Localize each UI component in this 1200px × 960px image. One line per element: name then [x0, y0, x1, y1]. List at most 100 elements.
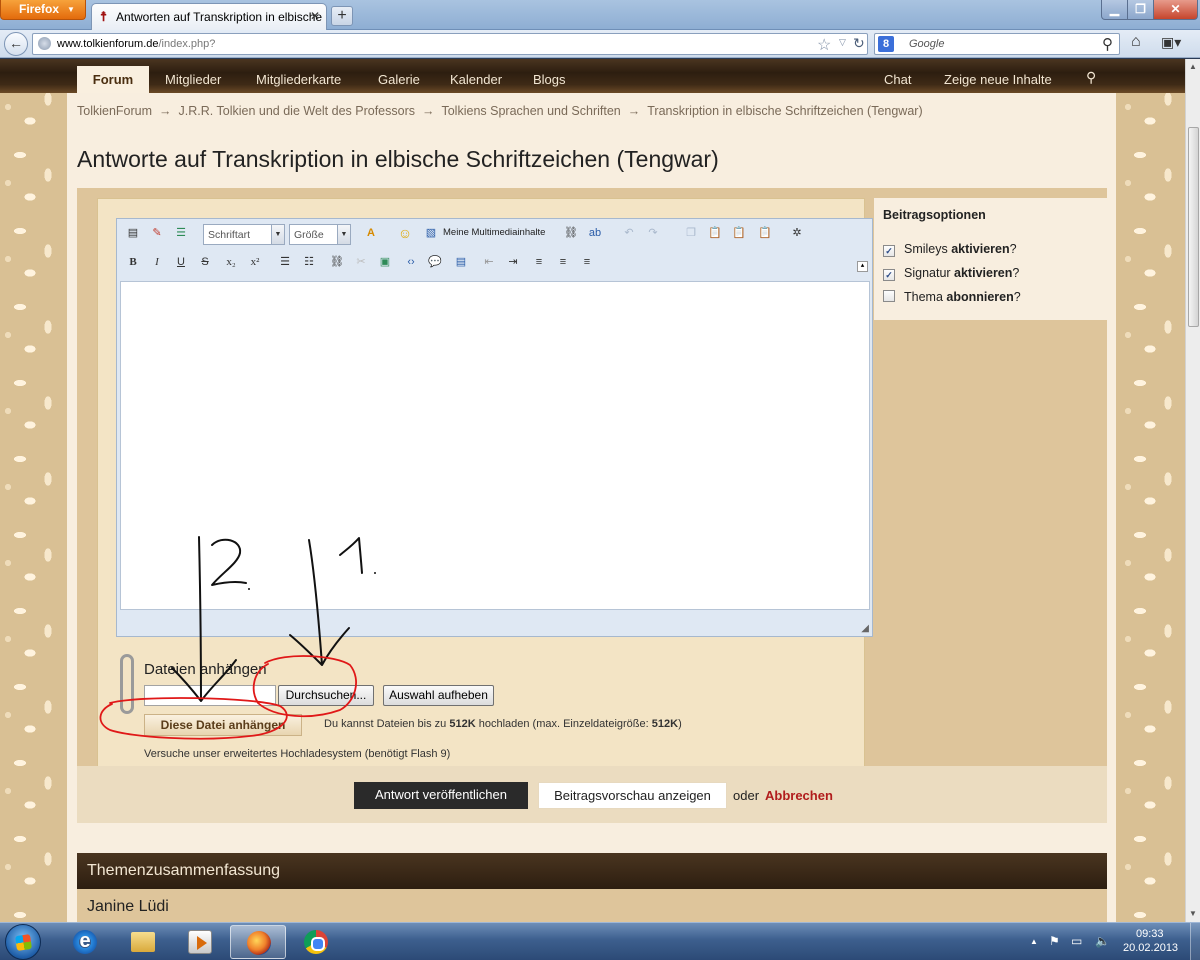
nav-item-kalender[interactable]: Kalender — [450, 72, 502, 87]
redo-icon[interactable]: ↷ — [645, 225, 661, 241]
align-center-icon[interactable]: ≡ — [555, 254, 571, 270]
indent-icon[interactable]: ⇥ — [505, 254, 521, 270]
breadcrumb-item[interactable]: J.R.R. Tolkien und die Welt des Professo… — [179, 104, 415, 118]
font-size-select[interactable]: Größe ▼ — [289, 224, 351, 245]
clock-date[interactable]: 20.02.2013 — [1123, 942, 1178, 954]
window-minimize-button[interactable]: ▁ — [1101, 0, 1128, 20]
spellcheck-icon[interactable]: ✲ — [789, 225, 805, 241]
post-reply-button[interactable]: Antwort veröffentlichen — [354, 782, 528, 809]
google-engine-icon[interactable]: 8 — [878, 36, 894, 52]
file-path-input[interactable] — [144, 685, 276, 706]
toolbar-collapse-button[interactable]: ▴ — [857, 261, 868, 272]
taskbar-firefox[interactable] — [230, 925, 286, 959]
window-maximize-button[interactable]: ❐ — [1127, 0, 1154, 20]
media-icon[interactable]: ▧ — [423, 225, 439, 241]
advanced-uploader-link[interactable]: Versuche unser erweitertes Hochladesyste… — [144, 748, 450, 760]
nav-item-mitgliederkarte[interactable]: Mitgliederkarte — [256, 72, 341, 87]
find-icon[interactable]: ⛓ — [563, 225, 579, 241]
nav-item-galerie[interactable]: Galerie — [378, 72, 420, 87]
subscript-icon[interactable]: x₂ — [223, 254, 239, 270]
bookmark-star-icon[interactable]: ☆ — [817, 35, 831, 55]
firefox-menu-button[interactable]: Firefox ▼ — [0, 0, 86, 20]
browse-button[interactable]: Durchsuchen... — [278, 685, 374, 706]
link-icon[interactable]: ⛓ — [329, 254, 345, 270]
image-icon[interactable]: ▣ — [377, 254, 393, 270]
breadcrumb-item[interactable]: TolkienForum — [77, 104, 152, 118]
preview-button[interactable]: Beitragsvorschau anzeigen — [538, 782, 727, 809]
spoiler-icon[interactable]: ▤ — [453, 254, 469, 270]
nav-item-new-content[interactable]: Zeige neue Inhalte — [944, 72, 1052, 87]
clock-time[interactable]: 09:33 — [1136, 928, 1164, 940]
option-smileys[interactable]: ✓ Smileys aktivieren? — [883, 242, 1017, 257]
align-right-icon[interactable]: ≡ — [579, 254, 595, 270]
code-icon[interactable]: ‹› — [403, 254, 419, 270]
scroll-down-icon[interactable]: ▼ — [1186, 906, 1200, 922]
taskbar-chrome[interactable] — [288, 925, 344, 959]
breadcrumb-item[interactable]: Transkription in elbische Schriftzeichen… — [647, 104, 922, 118]
search-bar[interactable]: 8 Google ⚲ — [874, 33, 1120, 55]
source-mode-icon[interactable]: ▤ — [125, 225, 141, 241]
strikethrough-icon[interactable]: S — [197, 254, 213, 270]
resize-grip-icon[interactable]: ◢ — [861, 623, 869, 634]
bulleted-list-icon[interactable]: ☰ — [277, 254, 293, 270]
signature-checkbox[interactable]: ✓ — [883, 269, 895, 281]
copy-icon[interactable]: ❐ — [683, 225, 699, 241]
taskbar-file-explorer[interactable] — [115, 925, 171, 959]
back-button[interactable]: ← — [4, 32, 28, 56]
font-family-select[interactable]: Schriftart ▼ — [203, 224, 285, 245]
network-icon[interactable]: ▭ — [1071, 934, 1082, 948]
volume-icon[interactable]: 🔈 — [1095, 934, 1110, 948]
scrollbar-thumb[interactable] — [1188, 127, 1199, 327]
page-scrollbar[interactable]: ▲ ▼ — [1185, 59, 1200, 922]
breadcrumb-item[interactable]: Tolkiens Sprachen und Schriften — [441, 104, 620, 118]
nav-tab-forum[interactable]: Forum — [77, 66, 149, 94]
action-center-flag-icon[interactable]: ⚑ — [1049, 934, 1060, 948]
smiley-icon[interactable]: ☺ — [397, 225, 413, 241]
clear-selection-button[interactable]: Auswahl aufheben — [383, 685, 494, 706]
post-body-textarea[interactable] — [120, 281, 870, 610]
numbered-list-icon[interactable]: ☷ — [301, 254, 317, 270]
reload-icon[interactable]: ↻ — [853, 35, 865, 52]
url-history-dropdown-icon[interactable]: ▽ — [839, 37, 846, 48]
window-close-button[interactable]: ✕ — [1153, 0, 1198, 20]
location-pin-icon[interactable]: ⚲ — [1086, 69, 1096, 86]
option-subscribe[interactable]: Thema abonnieren? — [883, 290, 1021, 304]
url-bar[interactable]: www.tolkienforum.de/index.php? ☆ ▽ ↻ — [32, 33, 868, 55]
taskbar-internet-explorer[interactable]: e — [57, 925, 113, 959]
outdent-icon[interactable]: ⇤ — [481, 254, 497, 270]
underline-icon[interactable]: U — [173, 254, 189, 270]
close-tab-icon[interactable]: ✕ — [310, 9, 320, 23]
show-hidden-icons-icon[interactable]: ▲ — [1030, 937, 1038, 946]
show-desktop-button[interactable] — [1190, 923, 1200, 960]
cancel-link[interactable]: Abbrechen — [765, 788, 833, 803]
bold-icon[interactable]: B — [125, 254, 141, 270]
topic-summary-author[interactable]: Janine Lüdi — [77, 889, 1107, 922]
new-tab-button[interactable]: + — [331, 6, 353, 26]
undo-icon[interactable]: ↶ — [621, 225, 637, 241]
subscribe-checkbox[interactable] — [883, 290, 895, 302]
option-signature[interactable]: ✓ Signatur aktivieren? — [883, 266, 1019, 281]
search-input[interactable]: Google — [909, 38, 944, 50]
media-library-button[interactable]: Meine Multimediainhalte — [443, 227, 545, 238]
smileys-checkbox[interactable]: ✓ — [883, 245, 895, 257]
eraser-icon[interactable]: ✎ — [149, 225, 165, 241]
search-icon[interactable]: ⚲ — [1102, 35, 1113, 53]
nav-item-mitglieder[interactable]: Mitglieder — [165, 72, 221, 87]
special-format-icon[interactable]: ☰ — [173, 225, 189, 241]
paste-text-icon[interactable]: 📋 — [731, 225, 747, 241]
nav-item-blogs[interactable]: Blogs — [533, 72, 566, 87]
bookmarks-menu-icon[interactable]: ▣▾ — [1161, 34, 1181, 51]
browser-tab[interactable]: ☨ Antworten auf Transkription in elbisch… — [91, 3, 327, 30]
attach-file-button[interactable]: Diese Datei anhängen — [144, 714, 302, 736]
text-color-icon[interactable]: A — [363, 225, 379, 241]
scroll-up-icon[interactable]: ▲ — [1186, 59, 1200, 75]
superscript-icon[interactable]: x² — [247, 254, 263, 270]
start-button[interactable] — [5, 924, 41, 960]
align-left-icon[interactable]: ≡ — [531, 254, 547, 270]
paste-icon[interactable]: 📋 — [707, 225, 723, 241]
taskbar-media-player[interactable] — [172, 925, 228, 959]
nav-item-chat[interactable]: Chat — [884, 72, 911, 87]
home-icon[interactable]: ⌂ — [1131, 33, 1141, 51]
italic-icon[interactable]: I — [149, 254, 165, 270]
paste-word-icon[interactable]: 📋 — [757, 225, 773, 241]
